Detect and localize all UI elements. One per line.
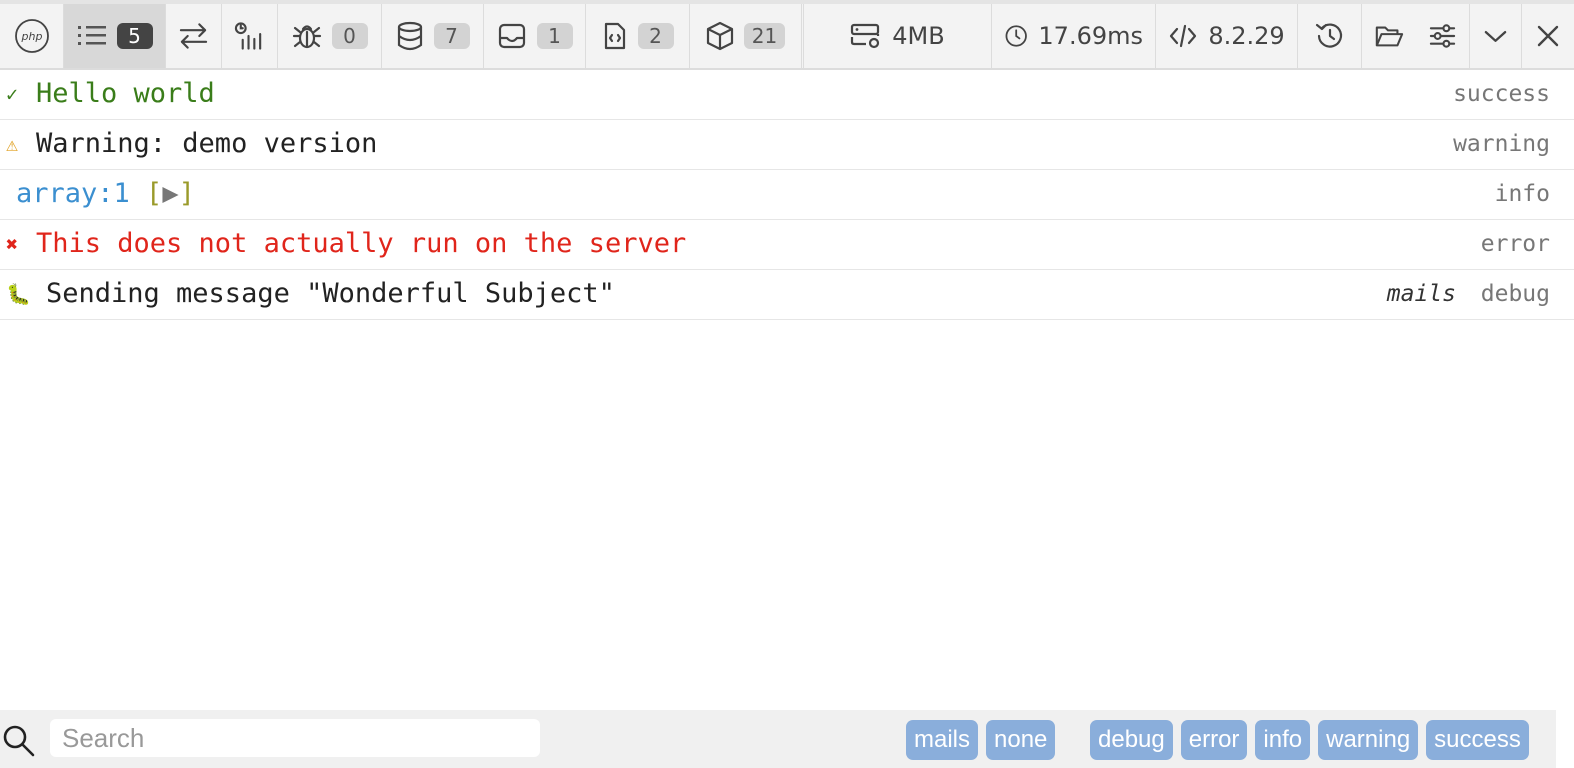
message-text: Warning: demo version bbox=[36, 128, 378, 159]
tab-exceptions[interactable]: 0 bbox=[278, 4, 382, 68]
views-count-badge: 2 bbox=[637, 23, 674, 49]
message-level: error bbox=[1480, 231, 1550, 257]
exceptions-count-badge: 0 bbox=[331, 23, 368, 49]
message-level: debug bbox=[1480, 281, 1550, 307]
level-filters: debug error info warning success bbox=[1090, 720, 1529, 760]
message-text: Sending message "Wonderful Subject" bbox=[46, 278, 615, 309]
close-icon bbox=[1537, 25, 1559, 47]
duration-value: 17.69ms bbox=[1038, 22, 1143, 50]
message-channel: mails bbox=[1386, 281, 1456, 307]
queries-count-badge: 7 bbox=[433, 23, 470, 49]
list-item[interactable]: ✓ Hello world success bbox=[0, 70, 1574, 120]
bug-emoji-icon: 🐛 bbox=[6, 282, 31, 306]
triangle-right-icon: ▶ bbox=[162, 178, 179, 209]
filter-level-debug[interactable]: debug bbox=[1090, 720, 1173, 760]
code-icon bbox=[1170, 24, 1197, 48]
filter-level-info[interactable]: info bbox=[1255, 720, 1311, 760]
memory-usage[interactable]: 4MB bbox=[804, 4, 992, 68]
php-icon: php bbox=[14, 19, 49, 53]
channel-filters: mails none bbox=[906, 720, 1056, 760]
message-text: Hello world bbox=[36, 78, 215, 109]
arrows-swap-icon bbox=[179, 23, 208, 49]
folder-open-icon bbox=[1375, 26, 1404, 47]
message-text: array:1 [▶] bbox=[16, 170, 195, 218]
minimize-button[interactable] bbox=[1470, 4, 1522, 68]
list-item[interactable]: array:1 [▶] info bbox=[0, 170, 1574, 220]
bug-icon bbox=[292, 25, 321, 49]
check-icon: ✓ bbox=[6, 82, 19, 106]
search-icon bbox=[3, 725, 35, 757]
open-button[interactable] bbox=[1362, 4, 1416, 68]
close-button[interactable] bbox=[1522, 4, 1574, 68]
inbox-icon bbox=[498, 23, 525, 49]
list-item[interactable]: 🐛 Sending message "Wonderful Subject" ma… bbox=[0, 270, 1574, 320]
array-label: array:1 bbox=[16, 178, 147, 209]
svg-text:php: php bbox=[20, 30, 42, 43]
request-duration[interactable]: 17.69ms bbox=[992, 4, 1156, 68]
server-gear-icon bbox=[851, 23, 880, 49]
php-version-value: 8.2.29 bbox=[1208, 22, 1285, 50]
settings-button[interactable] bbox=[1416, 4, 1470, 68]
chevron-down-icon bbox=[1484, 30, 1507, 42]
mails-count-badge: 1 bbox=[536, 23, 573, 49]
sliders-icon bbox=[1429, 24, 1456, 48]
list-icon bbox=[77, 26, 106, 45]
php-logo-button[interactable]: php bbox=[0, 4, 64, 68]
messages-list: ✓ Hello world success ⚠ Warning: demo ve… bbox=[0, 70, 1574, 320]
tab-mails[interactable]: 1 bbox=[484, 4, 586, 68]
timeline-chart-icon bbox=[234, 22, 262, 50]
tab-views[interactable]: 2 bbox=[586, 4, 690, 68]
filter-footer: mails none debug error info warning succ… bbox=[0, 710, 1556, 768]
filter-level-success[interactable]: success bbox=[1426, 720, 1529, 760]
tab-timeline[interactable] bbox=[222, 4, 278, 68]
tab-queries[interactable]: 7 bbox=[382, 4, 484, 68]
list-item[interactable]: ⚠ Warning: demo version warning bbox=[0, 120, 1574, 170]
message-text: This does not actually run on the server bbox=[36, 228, 687, 259]
array-toggle[interactable]: [▶] bbox=[146, 178, 195, 209]
search-input[interactable] bbox=[50, 719, 540, 757]
error-icon: ✖ bbox=[6, 232, 19, 256]
tab-messages[interactable]: 5 bbox=[64, 4, 166, 68]
list-item[interactable]: ✖ This does not actually run on the serv… bbox=[0, 220, 1574, 270]
cube-icon bbox=[706, 21, 733, 51]
memory-value: 4MB bbox=[892, 22, 945, 50]
filter-level-warning[interactable]: warning bbox=[1318, 720, 1419, 760]
php-version[interactable]: 8.2.29 bbox=[1156, 4, 1298, 68]
code-file-icon bbox=[604, 22, 625, 50]
debugbar-toolbar: php 5 0 7 1 2 21 4MB 17.69ms 8.2.29 bbox=[0, 0, 1574, 70]
warning-icon: ⚠ bbox=[6, 132, 19, 156]
filter-level-error[interactable]: error bbox=[1180, 720, 1248, 760]
database-icon bbox=[397, 21, 422, 51]
history-button[interactable] bbox=[1298, 4, 1362, 68]
filter-channel-mails[interactable]: mails bbox=[906, 720, 979, 760]
filter-channel-none[interactable]: none bbox=[986, 720, 1056, 760]
history-icon bbox=[1315, 23, 1342, 48]
message-level: success bbox=[1453, 81, 1550, 107]
messages-count-badge: 5 bbox=[116, 23, 153, 49]
clock-icon bbox=[1005, 25, 1027, 47]
tab-requests[interactable] bbox=[166, 4, 222, 68]
tab-models[interactable]: 21 bbox=[690, 4, 802, 68]
message-level: info bbox=[1494, 181, 1550, 207]
message-level: warning bbox=[1453, 131, 1550, 157]
models-count-badge: 21 bbox=[743, 23, 786, 49]
